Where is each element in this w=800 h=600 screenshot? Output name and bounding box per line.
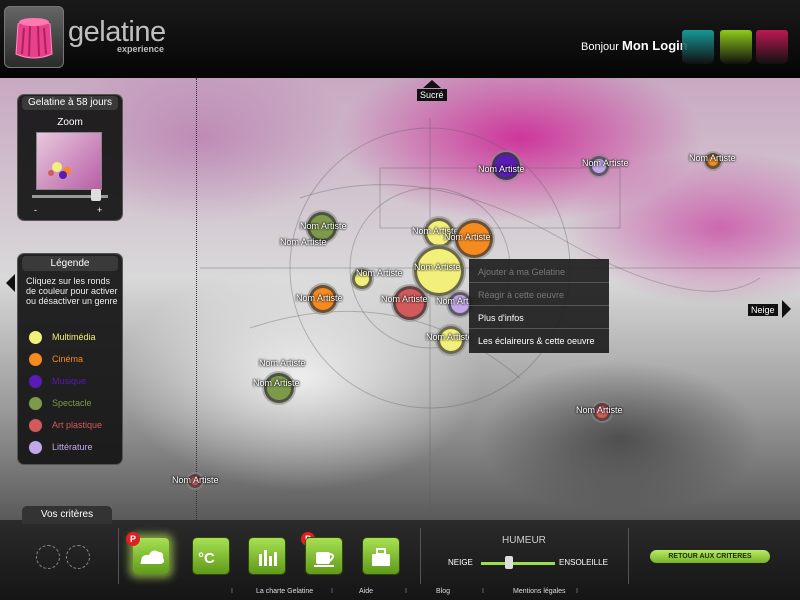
temperature-icon: °C [198, 550, 215, 567]
jar-teal-icon[interactable] [682, 30, 714, 64]
chart-icon [259, 550, 277, 566]
legend-label: Spectacle [52, 398, 92, 408]
axis-label-right: Neige [748, 304, 778, 316]
divider [118, 528, 119, 584]
legend-item-spectacle[interactable]: Spectacle [28, 394, 92, 412]
zoom-out-label: - [34, 205, 37, 215]
legend-label: Multimédia [52, 332, 96, 342]
greeting-prefix: Bonjour [581, 41, 619, 53]
help-link[interactable]: Aide [359, 588, 373, 595]
genre-color-dot[interactable] [28, 418, 43, 434]
priority-badge: P [126, 532, 140, 546]
legend-item-cinema[interactable]: Cinéma [28, 350, 83, 368]
artist-label[interactable]: Nom Artiste [259, 358, 306, 368]
legend-label: Musique [52, 376, 87, 386]
artist-label[interactable]: Nom Artiste [296, 293, 343, 303]
menu-item-react: Réagir à cette oeuvre [469, 284, 609, 306]
genre-color-dot[interactable] [28, 396, 43, 412]
charter-link[interactable]: La charte Gelatine [256, 588, 313, 595]
zoom-panel-title: Gelatine à 58 jours [22, 96, 118, 110]
mood-left-label: NEIGE [448, 558, 473, 567]
blog-link[interactable]: Blog [436, 588, 450, 595]
jar-green-icon[interactable] [720, 30, 752, 64]
legend-panel: Légende Cliquez sur les ronds de couleur… [18, 254, 122, 464]
artist-label[interactable]: Nom Artiste [576, 405, 623, 415]
up-arrow-icon[interactable] [423, 80, 441, 88]
genre-color-dot[interactable] [28, 374, 43, 390]
artist-label-secondary[interactable]: Nom Artiste [280, 237, 327, 247]
artist-label[interactable]: Nom Artiste [689, 153, 736, 163]
artist-label[interactable]: Nom Artiste [172, 475, 219, 485]
coffee-button[interactable] [306, 538, 342, 574]
mood-slider-handle[interactable] [505, 556, 513, 569]
chart-button[interactable] [249, 538, 285, 574]
axis-label-top: Sucré [417, 89, 447, 101]
left-arrow-icon[interactable] [6, 274, 15, 292]
artist-label[interactable]: Nom Artiste [381, 294, 428, 304]
logo-subtitle: experience [117, 44, 165, 54]
mood-right-label: ENSOLEILLE [559, 558, 608, 567]
link-separator: I [231, 588, 233, 595]
logo-jelly-icon[interactable] [4, 6, 64, 68]
artist-label[interactable]: Nom Artiste [478, 164, 525, 174]
legend-label: Littérature [52, 442, 93, 452]
context-menu: Ajouter à ma Gelatine Réagir à cette oeu… [469, 259, 609, 353]
legend-label: Cinéma [52, 354, 84, 364]
jar-red-icon[interactable] [756, 30, 788, 64]
coffee-icon [314, 552, 334, 567]
artist-label[interactable]: Nom Artiste [300, 221, 347, 231]
criteria-tab[interactable]: Vos critères [22, 506, 112, 524]
zoom-in-label: + [97, 205, 103, 215]
artist-label[interactable]: Nom Artiste [444, 232, 491, 242]
legend-item-art-plastique[interactable]: Art plastique [28, 416, 102, 434]
artist-label[interactable]: Nom Artiste [426, 332, 473, 342]
mood-slider-track[interactable] [481, 562, 555, 565]
legend-title: Légende [22, 256, 118, 271]
link-separator: I [576, 588, 578, 595]
artist-label[interactable]: Nom Artiste [356, 268, 403, 278]
legal-link[interactable]: Mentions légales [513, 588, 566, 595]
zoom-slider-handle[interactable] [91, 189, 101, 201]
legend-label: Art plastique [52, 420, 103, 430]
artist-label[interactable]: Nom Artiste [414, 262, 461, 272]
menu-item-scouts[interactable]: Les éclaireurs & cette oeuvre [469, 330, 609, 352]
link-separator: I [405, 588, 407, 595]
briefcase-button[interactable] [363, 538, 399, 574]
link-separator: I [331, 588, 333, 595]
empty-criteria-slot[interactable] [66, 545, 90, 569]
zoom-preview-thumbnail[interactable] [36, 132, 102, 190]
briefcase-icon [372, 548, 390, 566]
empty-criteria-slot[interactable] [36, 545, 60, 569]
zoom-label: Zoom [57, 117, 83, 128]
jelly-icon [15, 18, 53, 59]
artist-map[interactable]: Sucré Neige Gelatine à 58 jours Zoom - +… [0, 78, 800, 520]
divider [628, 528, 629, 584]
svg-text:°C: °C [198, 550, 215, 567]
artist-label-secondary[interactable]: Nom Artiste [253, 378, 300, 388]
legend-item-litterature[interactable]: Littérature [28, 438, 93, 456]
grid-axis-line [196, 78, 197, 520]
menu-item-add-to-gelatine: Ajouter à ma Gelatine [469, 261, 609, 283]
genre-color-dot[interactable] [28, 440, 43, 456]
legend-item-multimedia[interactable]: Multimédia [28, 328, 96, 346]
genre-color-dot[interactable] [28, 330, 43, 346]
back-to-criteria-button[interactable]: RETOUR AUX CRITERES [650, 550, 770, 563]
temperature-button[interactable]: °C [193, 538, 229, 574]
header-bar: gelatine experience Bonjour Mon Login [0, 0, 800, 78]
link-separator: I [482, 588, 484, 595]
legend-item-musique[interactable]: Musique [28, 372, 86, 390]
login-name[interactable]: Mon Login [622, 38, 688, 53]
mood-label: HUMEUR [502, 535, 546, 546]
greeting: Bonjour Mon Login [581, 38, 688, 53]
artist-label[interactable]: Nom Artiste [582, 158, 629, 168]
divider [420, 528, 421, 584]
right-arrow-icon[interactable] [782, 300, 791, 318]
preview-map-icon [48, 162, 71, 179]
menu-item-more-info[interactable]: Plus d'infos [469, 307, 609, 329]
zoom-panel: Gelatine à 58 jours Zoom - + [18, 95, 122, 220]
genre-color-dot[interactable] [28, 352, 43, 368]
legend-instructions: Cliquez sur les ronds de couleur pour ac… [26, 276, 118, 306]
